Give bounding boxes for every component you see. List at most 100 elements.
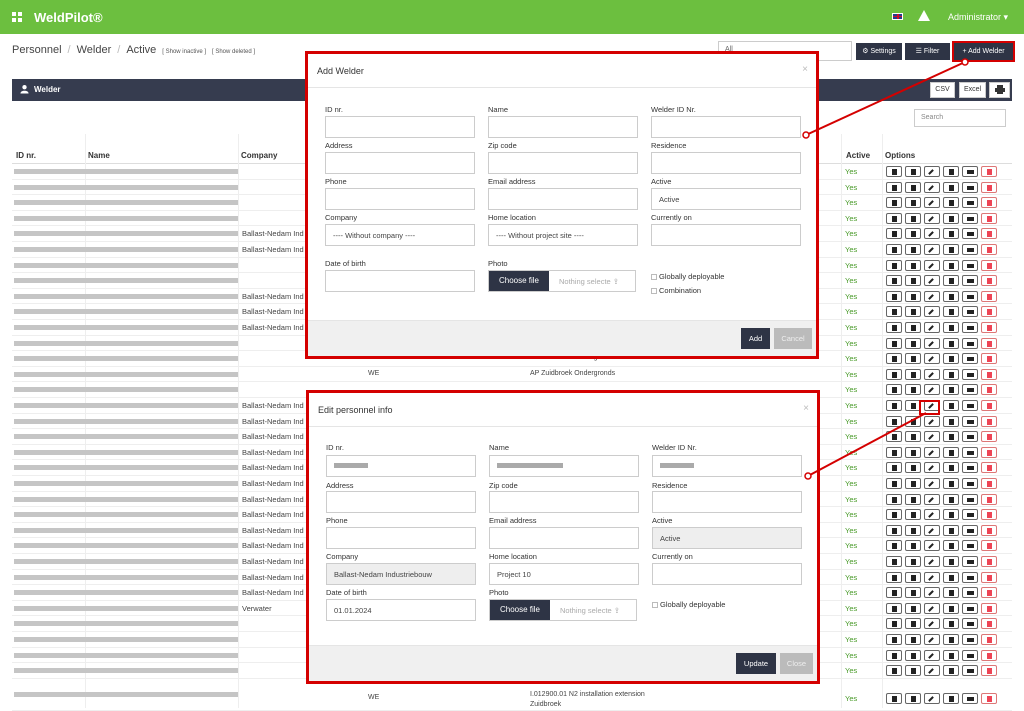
document-icon[interactable] [943, 524, 959, 536]
csv-button[interactable]: CSV [930, 82, 955, 98]
edit-icon[interactable] [924, 524, 940, 536]
card-icon[interactable] [962, 259, 978, 271]
user-icon[interactable] [905, 634, 921, 645]
user-icon[interactable] [905, 212, 921, 224]
card-icon[interactable] [962, 322, 978, 333]
document-icon[interactable] [943, 400, 959, 411]
document-icon[interactable] [943, 212, 959, 224]
card-icon[interactable] [962, 306, 978, 318]
print-button[interactable] [989, 82, 1010, 98]
trash-icon[interactable] [981, 462, 997, 474]
user-icon[interactable] [905, 166, 921, 177]
document-icon[interactable] [943, 290, 959, 302]
user-icon[interactable] [905, 228, 921, 240]
print-icon[interactable] [886, 540, 902, 552]
document-icon[interactable] [943, 415, 959, 427]
user-icon[interactable] [905, 587, 921, 599]
header-id[interactable]: ID nr. [16, 151, 36, 160]
home-location-select[interactable]: ---- Without project site ---- [488, 224, 638, 246]
trash-icon[interactable] [981, 275, 997, 287]
trash-icon[interactable] [981, 353, 997, 365]
card-icon[interactable] [962, 649, 978, 661]
zip-input[interactable] [488, 152, 638, 174]
trash-icon[interactable] [981, 509, 997, 521]
document-icon[interactable] [943, 166, 959, 177]
welder-id-input[interactable] [652, 455, 802, 477]
trash-icon[interactable] [981, 587, 997, 599]
menu-grid-icon[interactable] [12, 12, 22, 22]
trash-icon[interactable] [981, 571, 997, 583]
card-icon[interactable] [962, 228, 978, 240]
print-icon[interactable] [886, 400, 902, 411]
dob-input[interactable]: 01.01.2024 [326, 599, 476, 621]
trash-icon[interactable] [981, 166, 997, 177]
user-icon[interactable] [905, 649, 921, 661]
print-icon[interactable] [886, 462, 902, 474]
print-icon[interactable] [886, 649, 902, 661]
name-input[interactable] [488, 116, 638, 138]
combination-checkbox[interactable]: Combination [651, 286, 701, 295]
filter-button[interactable]: ☰ Filter [905, 43, 950, 60]
table-search-input[interactable]: Search [914, 109, 1006, 127]
user-icon[interactable] [905, 368, 921, 380]
trash-icon[interactable] [981, 212, 997, 224]
edit-icon[interactable] [924, 353, 940, 365]
trash-icon[interactable] [981, 322, 997, 333]
card-icon[interactable] [962, 478, 978, 489]
print-icon[interactable] [886, 368, 902, 380]
trash-icon[interactable] [981, 540, 997, 552]
card-icon[interactable] [962, 166, 978, 177]
card-icon[interactable] [962, 493, 978, 505]
document-icon[interactable] [943, 181, 959, 193]
user-icon[interactable] [905, 493, 921, 505]
choose-file-button[interactable]: Choose file [490, 600, 550, 620]
document-icon[interactable] [943, 478, 959, 489]
user-icon[interactable] [905, 556, 921, 567]
edit-icon[interactable] [924, 181, 940, 193]
card-icon[interactable] [962, 556, 978, 567]
trash-icon[interactable] [981, 368, 997, 380]
document-icon[interactable] [943, 306, 959, 318]
edit-icon[interactable] [924, 540, 940, 552]
document-icon[interactable] [943, 322, 959, 333]
trash-icon[interactable] [981, 384, 997, 396]
name-input[interactable] [489, 455, 639, 477]
card-icon[interactable] [962, 634, 978, 645]
print-icon[interactable] [886, 306, 902, 318]
print-icon[interactable] [886, 524, 902, 536]
settings-button[interactable]: ⚙ Settings [856, 43, 902, 60]
card-icon[interactable] [962, 290, 978, 302]
document-icon[interactable] [943, 509, 959, 521]
card-icon[interactable] [962, 368, 978, 380]
user-icon[interactable] [905, 618, 921, 630]
edit-icon[interactable] [924, 446, 940, 458]
update-button[interactable]: Update [736, 653, 776, 674]
trash-icon[interactable] [981, 244, 997, 255]
print-icon[interactable] [886, 634, 902, 645]
user-icon[interactable] [905, 306, 921, 318]
print-icon[interactable] [886, 197, 902, 209]
card-icon[interactable] [962, 509, 978, 521]
document-icon[interactable] [943, 556, 959, 567]
print-icon[interactable] [886, 602, 902, 614]
active-select[interactable]: Active [652, 527, 802, 549]
card-icon[interactable] [962, 618, 978, 630]
document-icon[interactable] [943, 571, 959, 583]
breadcrumb-welder[interactable]: Welder [77, 44, 112, 56]
show-deleted-link[interactable]: [ Show deleted ] [212, 49, 255, 55]
address-input[interactable] [325, 152, 475, 174]
document-icon[interactable] [943, 259, 959, 271]
edit-icon[interactable] [924, 322, 940, 333]
user-icon[interactable] [905, 353, 921, 365]
edit-icon[interactable] [924, 384, 940, 396]
address-input[interactable] [326, 491, 476, 513]
active-select[interactable]: Active [651, 188, 801, 210]
brand-logo[interactable]: WeldPilot® [34, 10, 103, 25]
trash-icon[interactable] [981, 197, 997, 209]
document-icon[interactable] [943, 665, 959, 677]
user-icon[interactable] [905, 478, 921, 489]
globally-deployable-checkbox[interactable]: Globally deployable [652, 600, 725, 609]
user-icon[interactable] [905, 415, 921, 427]
residence-input[interactable] [652, 491, 802, 513]
print-icon[interactable] [886, 259, 902, 271]
